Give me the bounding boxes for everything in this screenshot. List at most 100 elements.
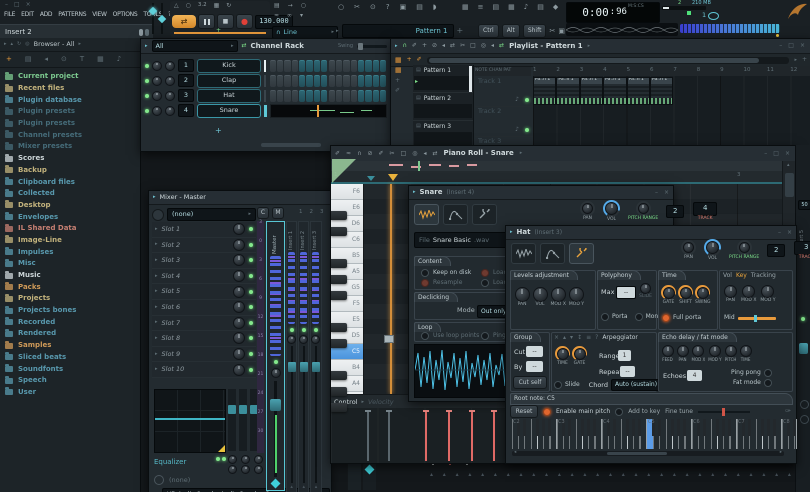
arp-slide-radio[interactable] [554, 381, 562, 389]
slice-tool-icon[interactable]: ✂ [460, 43, 465, 49]
toggle-plugin-icon[interactable]: ▤ [537, 4, 544, 11]
strip-fader[interactable] [315, 346, 317, 483]
playlist-record-icon[interactable]: ∩ [403, 43, 407, 49]
reset-button[interactable]: Reset [510, 405, 538, 418]
keyboard-scrollbar[interactable]: ◂ ▸ [512, 451, 784, 456]
browser-item[interactable]: Plugin presets [0, 106, 140, 118]
browser-item[interactable]: Clipboard files [0, 176, 140, 188]
pattern-clip[interactable]: Pa..n 1 [603, 77, 626, 105]
rack-title[interactable]: Channel Rack [251, 43, 304, 50]
slot-enable-led[interactable] [249, 336, 253, 340]
pattern-plus-icon[interactable]: + [395, 78, 411, 84]
tracking-knob[interactable] [742, 285, 755, 298]
cut-self-button[interactable]: Cut self [513, 376, 547, 389]
ping-pong-radio[interactable] [764, 369, 772, 377]
fader-handle[interactable] [288, 362, 296, 372]
keyboard-octave[interactable]: C5 [647, 419, 692, 449]
snare-close-icon[interactable]: × [664, 190, 669, 196]
browser-item[interactable]: Desktop [0, 200, 140, 212]
browser-item[interactable]: Misc [0, 258, 140, 270]
eq-width-knob[interactable] [228, 465, 237, 474]
piano-key[interactable]: B5 [331, 248, 363, 264]
save-as-icon[interactable]: ▤ [416, 4, 423, 11]
track-mute-led[interactable] [525, 128, 529, 132]
step-cell[interactable] [351, 90, 357, 102]
keyboard-octave[interactable]: C3 [557, 419, 602, 449]
sample-tab[interactable] [414, 204, 439, 225]
strip-number[interactable]: 1 [299, 210, 303, 216]
tracking-knob[interactable] [761, 285, 774, 298]
step-cell[interactable] [284, 75, 290, 87]
hat-window-title[interactable]: Hat [517, 229, 531, 236]
piano-key[interactable]: B4 [331, 360, 363, 376]
load-regions-radio[interactable] [481, 269, 489, 277]
pattern-clip[interactable]: Pa..n 1 [627, 77, 650, 105]
strip-pan-knob[interactable] [311, 335, 320, 344]
add-pattern-icon[interactable]: + [457, 27, 464, 35]
time-knob[interactable] [697, 287, 709, 299]
step-cell[interactable] [373, 60, 379, 72]
pr-close-icon[interactable]: × [785, 151, 790, 157]
hat-track-value[interactable]: 3 [794, 241, 810, 255]
hat-keyboard[interactable]: C2 C3 C4 C5 C6 C7 [512, 419, 797, 449]
mixer-menu-icon[interactable]: ▸ [153, 195, 156, 200]
modifier-key-button[interactable]: Alt [502, 24, 520, 38]
slip-tool-icon[interactable]: ⇄ [450, 43, 455, 49]
echo-knob[interactable] [662, 345, 674, 357]
strip-pan-knob[interactable] [287, 335, 296, 344]
step-cell[interactable] [329, 75, 335, 87]
toggle-browser-icon[interactable]: ▦ [508, 4, 515, 11]
pattern-preview[interactable] [270, 104, 387, 118]
browser-item[interactable]: Impulses [0, 246, 140, 258]
hat-minimize-icon[interactable]: – [778, 230, 781, 236]
cut-icon[interactable]: ✂ [354, 4, 360, 11]
delete-tool-icon[interactable]: ⊘ [432, 43, 437, 49]
more-icon[interactable]: ▾ [300, 13, 303, 19]
volume-knob[interactable] [165, 106, 175, 116]
strip-led[interactable] [314, 328, 318, 332]
resample-radio[interactable] [421, 279, 429, 287]
step-cell[interactable] [351, 75, 357, 87]
channel-enable-led[interactable] [145, 79, 149, 83]
mixer-tab[interactable]: C [257, 207, 269, 219]
arp-knob[interactable] [574, 348, 586, 360]
browser-back-icon[interactable]: ↻ [17, 42, 21, 47]
channel-button[interactable]: Hat [197, 89, 261, 103]
pr-timeline[interactable]: 1 3 [331, 171, 782, 184]
piano-key[interactable]: F6 [331, 184, 363, 200]
channel-number[interactable]: 3 [178, 89, 194, 102]
channel-button[interactable]: Snare [197, 104, 261, 118]
pattern-grid-icon[interactable]: ▦ [395, 67, 411, 74]
browser-item[interactable]: Scores [0, 153, 140, 165]
snare-range-value[interactable]: 2 [666, 205, 684, 218]
pencil-icon[interactable]: ✐ [417, 57, 422, 63]
step-cell[interactable] [292, 60, 298, 72]
channel-selector[interactable] [264, 75, 266, 87]
slot-mix-knob[interactable] [233, 254, 245, 266]
pr-zoom-icon[interactable]: ◎ [412, 151, 417, 157]
step-cell[interactable] [314, 75, 320, 87]
levels-knob[interactable] [515, 287, 530, 302]
eq-graph[interactable] [154, 389, 226, 453]
step-edit-icon[interactable]: ▦ [214, 3, 220, 9]
step-cell[interactable] [336, 90, 342, 102]
tracking-tab[interactable]: Tracking [751, 273, 776, 279]
keyboard-octave[interactable]: C2 [512, 419, 557, 449]
select-tool-icon[interactable]: □ [470, 43, 476, 49]
enable-main-pitch-radio[interactable] [543, 408, 551, 416]
strip-pan-knob[interactable] [299, 335, 308, 344]
eq-resize-icon[interactable] [218, 445, 225, 452]
echo-knob[interactable] [725, 345, 737, 357]
pr-playback-icon[interactable]: ◂ [423, 151, 426, 157]
hat-menu-icon[interactable]: ▸ [510, 230, 513, 235]
browser-item[interactable]: Recent files [0, 83, 140, 95]
crosshair-icon[interactable]: + [407, 57, 412, 63]
cut-value[interactable]: -- [526, 346, 543, 357]
pr-paint-icon[interactable]: ✐ [379, 151, 384, 157]
track-mute-led[interactable] [525, 98, 529, 102]
step-cell[interactable] [306, 75, 312, 87]
pr-corner-triangle[interactable] [332, 159, 356, 183]
slot-enable-led[interactable] [249, 274, 253, 278]
fine-tune-handle[interactable] [722, 408, 725, 416]
fat-mode-radio[interactable] [764, 379, 772, 387]
